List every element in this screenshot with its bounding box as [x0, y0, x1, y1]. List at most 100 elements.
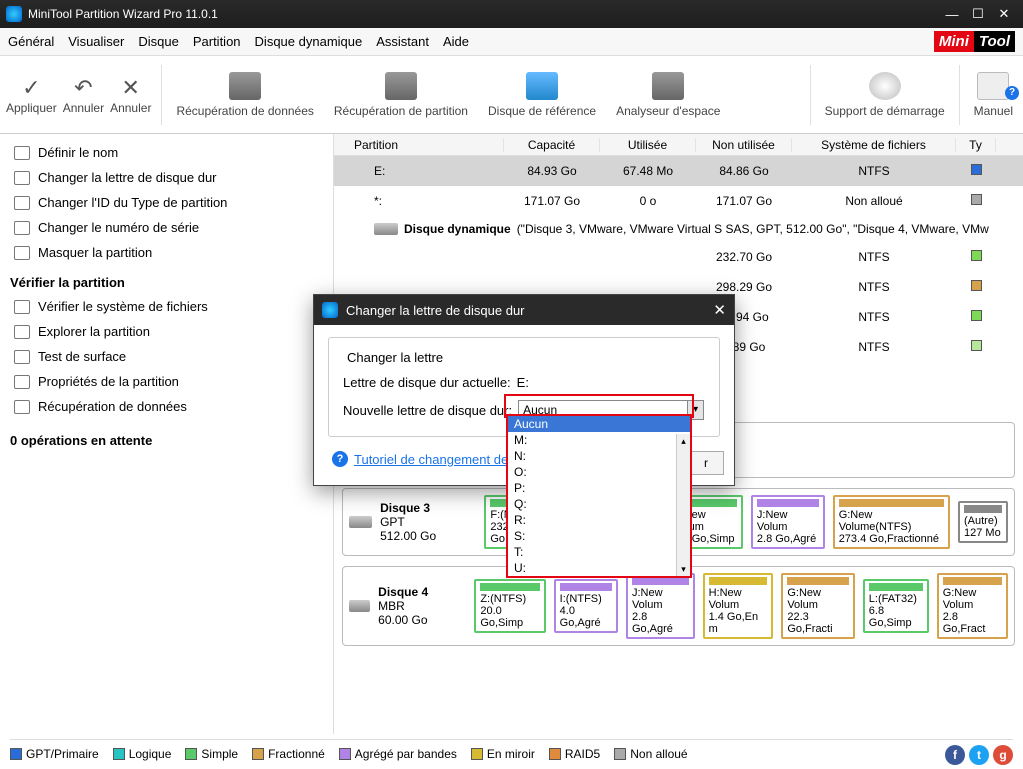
volume-block[interactable]: G:New Volume(NTFS)273.4 Go,Fractionné	[833, 495, 950, 549]
sidebar-icon	[14, 350, 30, 364]
letter-dropdown[interactable]: AucunM:N:O:P:Q:R:S:T:U: ▴ ▾	[506, 414, 692, 578]
social-icons: f t g	[945, 745, 1013, 765]
legend-item: RAID5	[549, 747, 600, 761]
disk-card[interactable]: Disque 4MBR60.00 GoZ:(NTFS)20.0 Go,SimpI…	[342, 566, 1015, 646]
menu-dynamic[interactable]: Disque dynamique	[255, 34, 363, 49]
current-letter-label: Lettre de disque dur actuelle:	[343, 375, 511, 390]
partition-recovery-icon	[385, 72, 417, 100]
legend-item: Non alloué	[614, 747, 687, 761]
dialog-close-button[interactable]: ✕	[713, 301, 726, 319]
volume-block[interactable]: J:New Volum2.8 Go,Agré	[751, 495, 825, 549]
legend-item: Logique	[113, 747, 172, 761]
sidebar-item2-2[interactable]: Test de surface	[10, 344, 323, 369]
sidebar-item-2[interactable]: Changer l'ID du Type de partition	[10, 190, 323, 215]
benchmark-button[interactable]: Disque de référence	[478, 68, 606, 122]
data-recovery-button[interactable]: Récupération de données	[166, 68, 323, 122]
undo-button[interactable]: ↶Annuler	[63, 75, 104, 115]
sidebar-icon	[14, 221, 30, 235]
dropdown-option[interactable]: N:	[508, 448, 690, 464]
sidebar-icon	[14, 196, 30, 210]
gplus-icon[interactable]: g	[993, 745, 1013, 765]
col-fs[interactable]: Système de fichiers	[792, 138, 956, 152]
volume-block[interactable]: L:(FAT32)6.8 Go,Simp	[863, 579, 929, 633]
title-bar: MiniTool Partition Wizard Pro 11.0.1 — ☐…	[0, 0, 1023, 28]
dialog-titlebar: Changer la lettre de disque dur ✕	[314, 295, 734, 325]
sidebar-item2-0[interactable]: Vérifier le système de fichiers	[10, 294, 323, 319]
sidebar-section-verify: Vérifier la partition	[10, 265, 323, 294]
dropdown-option[interactable]: P:	[508, 480, 690, 496]
legend: GPT/PrimaireLogiqueSimpleFractionnéAgrég…	[10, 739, 1013, 763]
menu-assistant[interactable]: Assistant	[376, 34, 429, 49]
menu-bar: Général Visualiser Disque Partition Disq…	[0, 28, 1023, 56]
table-row[interactable]: 232.70 GoNTFS	[334, 242, 1023, 272]
dialog-r-button[interactable]: r	[688, 451, 724, 475]
manual-button[interactable]: ?Manuel	[964, 68, 1023, 122]
benchmark-icon	[526, 72, 558, 100]
sidebar: Définir le nomChanger la lettre de disqu…	[0, 134, 334, 734]
table-row[interactable]: *:171.07 Go0 o 171.07 GoNon alloué	[334, 186, 1023, 216]
data-recovery-icon	[229, 72, 261, 100]
col-unused[interactable]: Non utilisée	[696, 138, 792, 152]
sidebar-item-3[interactable]: Changer le numéro de série	[10, 215, 323, 240]
volume-block[interactable]: Z:(NTFS)20.0 Go,Simp	[474, 579, 545, 633]
apply-button[interactable]: ✓Appliquer	[6, 75, 57, 115]
question-icon: ?	[332, 451, 348, 467]
partition-recovery-button[interactable]: Récupération de partition	[324, 68, 478, 122]
cancel-button[interactable]: ✕Annuler	[110, 75, 151, 115]
volume-block[interactable]: G:New Volum2.8 Go,Fract	[937, 573, 1008, 639]
disk-icon	[374, 223, 398, 235]
sidebar-item-4[interactable]: Masquer la partition	[10, 240, 323, 265]
sidebar-item-0[interactable]: Définir le nom	[10, 140, 323, 165]
volume-block[interactable]: (Autre)127 Mo	[958, 501, 1008, 543]
dropdown-option[interactable]: M:	[508, 432, 690, 448]
col-partition[interactable]: Partition	[334, 138, 504, 152]
facebook-icon[interactable]: f	[945, 745, 965, 765]
menu-visualiser[interactable]: Visualiser	[68, 34, 124, 49]
dropdown-option[interactable]: O:	[508, 464, 690, 480]
sidebar-item-1[interactable]: Changer la lettre de disque dur	[10, 165, 323, 190]
dropdown-option[interactable]: T:	[508, 544, 690, 560]
disk-icon	[349, 516, 372, 528]
legend-item: Simple	[185, 747, 238, 761]
sidebar-icon	[14, 171, 30, 185]
disc-icon	[869, 72, 901, 100]
dropdown-option[interactable]: Q:	[508, 496, 690, 512]
dropdown-option[interactable]: R:	[508, 512, 690, 528]
pending-operations: 0 opérations en attente	[10, 419, 323, 448]
menu-aide[interactable]: Aide	[443, 34, 469, 49]
volume-block[interactable]: H:New Volum1.4 Go,En m	[703, 573, 774, 639]
volume-block[interactable]: G:New Volum22.3 Go,Fracti	[781, 573, 854, 639]
volume-block[interactable]: J:New Volum2.8 Go,Agré	[626, 573, 695, 639]
menu-general[interactable]: Général	[8, 34, 54, 49]
close-button[interactable]: ✕	[991, 6, 1017, 22]
bootable-button[interactable]: Support de démarrage	[815, 68, 955, 122]
sidebar-item2-4[interactable]: Récupération de données	[10, 394, 323, 419]
sidebar-item2-1[interactable]: Explorer la partition	[10, 319, 323, 344]
dropdown-option[interactable]: S:	[508, 528, 690, 544]
scroll-down-button[interactable]: ▾	[677, 562, 690, 576]
dropdown-option[interactable]: Aucun	[508, 416, 690, 432]
col-used[interactable]: Utilisée	[600, 138, 696, 152]
dialog-icon	[322, 302, 338, 318]
dropdown-scrollbar[interactable]: ▴ ▾	[676, 434, 690, 576]
volume-block[interactable]: I:(NTFS)4.0 Go,Agré	[554, 579, 618, 633]
brand-logo: MiniTool	[934, 31, 1015, 52]
col-type[interactable]: Ty	[956, 138, 996, 152]
app-title: MiniTool Partition Wizard Pro 11.0.1	[28, 7, 218, 21]
table-row[interactable]: E:84.93 Go67.48 Mo 84.86 GoNTFS	[334, 156, 1023, 186]
maximize-button[interactable]: ☐	[965, 6, 991, 22]
dropdown-option[interactable]: U:	[508, 560, 690, 576]
sidebar-item2-3[interactable]: Propriétés de la partition	[10, 369, 323, 394]
space-analyzer-button[interactable]: Analyseur d'espace	[606, 68, 730, 122]
sidebar-icon	[14, 400, 30, 414]
legend-item: Agrégé par bandes	[339, 747, 457, 761]
col-capacity[interactable]: Capacité	[504, 138, 600, 152]
help-badge-icon: ?	[1005, 86, 1019, 100]
scroll-up-button[interactable]: ▴	[677, 434, 690, 448]
menu-disque[interactable]: Disque	[138, 34, 178, 49]
twitter-icon[interactable]: t	[969, 745, 989, 765]
minimize-button[interactable]: —	[939, 7, 965, 22]
menu-partition[interactable]: Partition	[193, 34, 241, 49]
sidebar-icon	[14, 146, 30, 160]
sidebar-icon	[14, 300, 30, 314]
